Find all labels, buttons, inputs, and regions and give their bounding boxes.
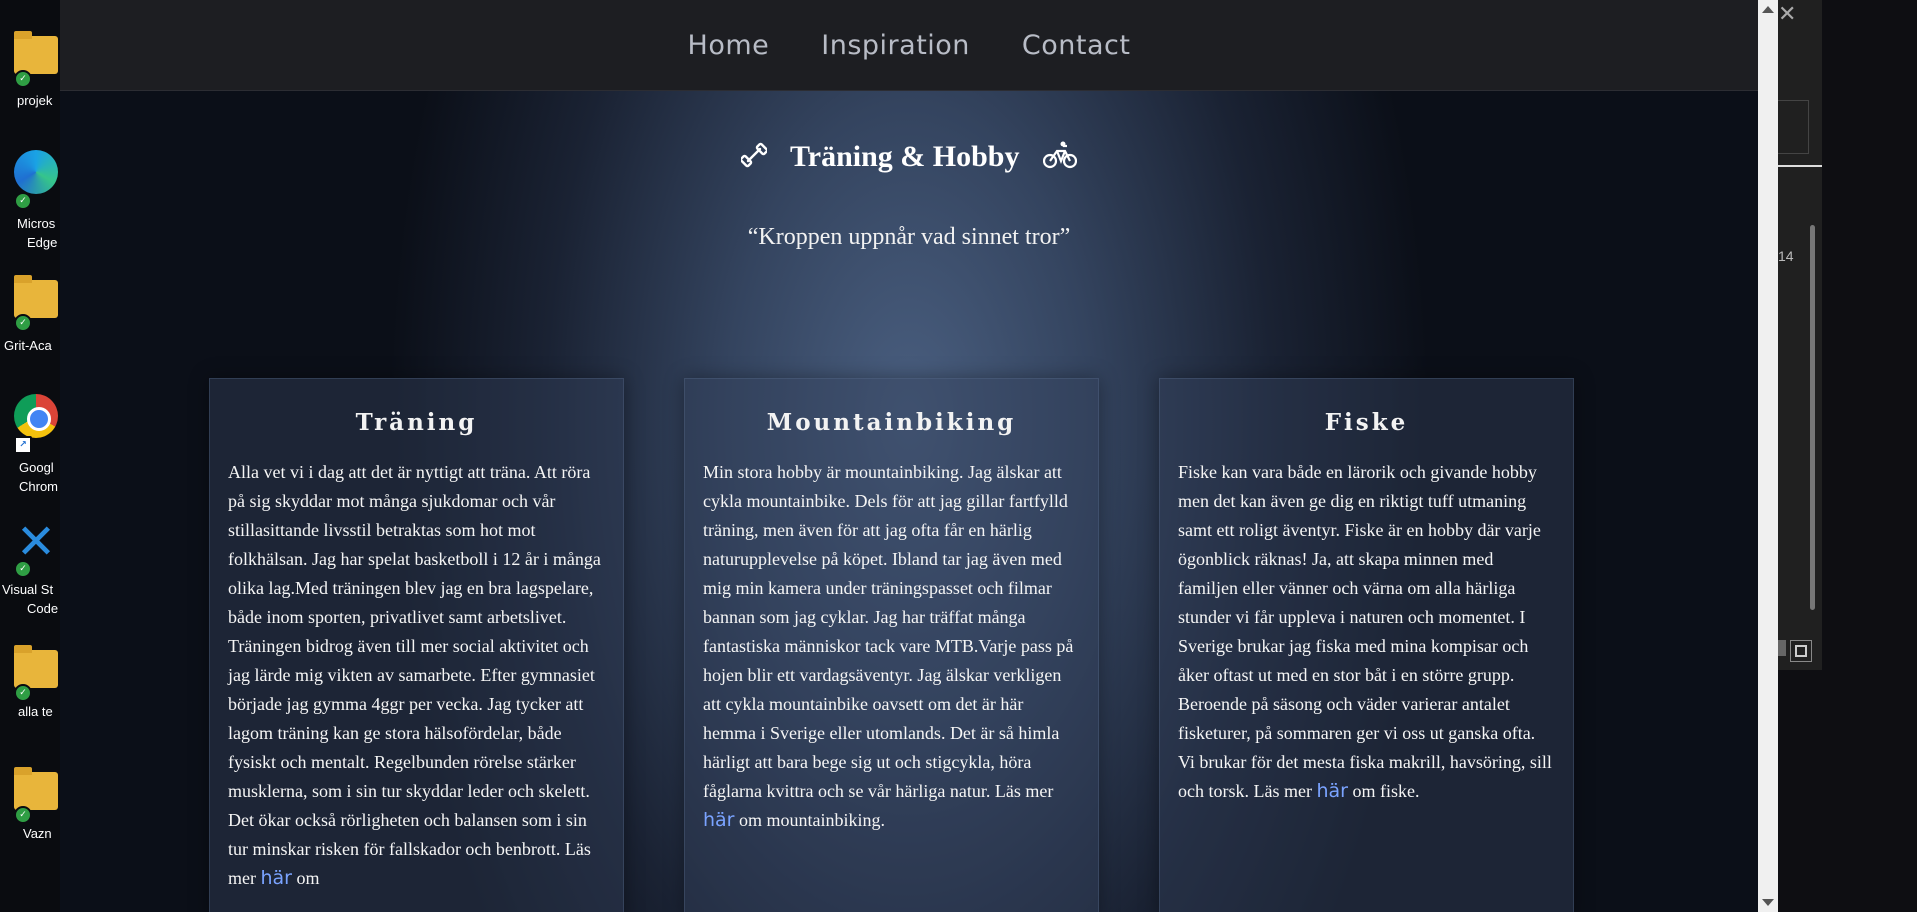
scroll-down-icon[interactable] [1762,899,1774,906]
nav-contact[interactable]: Contact [1022,30,1131,61]
sync-check-icon: ✓ [14,684,32,702]
folder-icon [14,31,58,74]
card-text: Min stora hobby är mountainbiking. Jag ä… [703,458,1080,835]
background-window-divider [1778,165,1822,167]
card-body: Alla vet vi i dag att det är nyttigt att… [228,462,601,888]
close-icon[interactable]: ✕ [1778,2,1796,27]
background-window-scrollbar[interactable] [1810,225,1815,610]
chrome-icon [14,394,58,438]
scroll-up-icon[interactable] [1762,6,1774,13]
sync-check-icon: ✓ [14,806,32,824]
dumbbell-icon [739,142,769,176]
nav-home[interactable]: Home [688,30,770,61]
page-header: Träning & Hobby [60,140,1758,177]
card-body: Min stora hobby är mountainbiking. Jag ä… [703,462,1074,801]
background-window-text: 14 [1778,248,1794,264]
card-body-tail: om [296,868,320,888]
desktop-icon-column: ✓ projek ✓ Micros Edge ✓ Grit-Aca ↗ Goog… [0,0,60,912]
background-window-button[interactable] [1778,640,1786,656]
folder-icon [14,275,58,318]
read-more-link[interactable]: här [1316,780,1348,802]
edge-icon [14,150,58,194]
card-row: Träning Alla vet vi i dag att det är nyt… [209,378,1609,912]
card-title: Träning [355,409,478,436]
card-text: Alla vet vi i dag att det är nyttigt att… [228,458,605,893]
background-window: 14 [1778,0,1822,670]
browser-scrollbar[interactable] [1758,0,1778,912]
sync-check-icon: ✓ [14,70,32,88]
card-body: Fiske kan vara både en lärorik och givan… [1178,462,1552,801]
folder-icon [14,767,58,810]
sync-check-icon: ✓ [14,560,32,578]
sync-check-icon: ✓ [14,314,32,332]
background-window-view-button[interactable] [1790,640,1812,662]
card-title: Mountainbiking [766,409,1017,436]
web-page: Home Inspiration Contact Träning & Hobby [60,0,1758,912]
read-more-link[interactable]: här [703,809,735,831]
vscode-icon: ✕ [15,514,57,570]
card-text: Fiske kan vara både en lärorik och givan… [1178,458,1555,806]
shortcut-arrow-icon: ↗ [14,436,32,454]
card-fiske: Fiske Fiske kan vara både en lärorik och… [1159,378,1574,912]
card-traning: Träning Alla vet vi i dag att det är nyt… [209,378,624,912]
bicycle-icon [1042,141,1078,177]
card-title: Fiske [1324,409,1409,436]
page-title: Träning & Hobby [789,140,1020,173]
browser-window: Home Inspiration Contact Träning & Hobby [60,0,1778,912]
background-window-input [1778,100,1809,154]
read-more-link[interactable]: här [260,867,292,889]
quote: “Kroppen uppnår vad sinnet tror” [747,224,1071,250]
folder-icon [14,645,58,688]
card-mountainbiking: Mountainbiking Min stora hobby är mounta… [684,378,1099,912]
card-body-tail: om fiske. [1352,781,1420,801]
sync-check-icon: ✓ [14,192,32,210]
card-body-tail: om mountainbiking. [739,810,885,830]
nav-inspiration[interactable]: Inspiration [821,30,970,61]
top-navigation: Home Inspiration Contact [60,0,1758,91]
